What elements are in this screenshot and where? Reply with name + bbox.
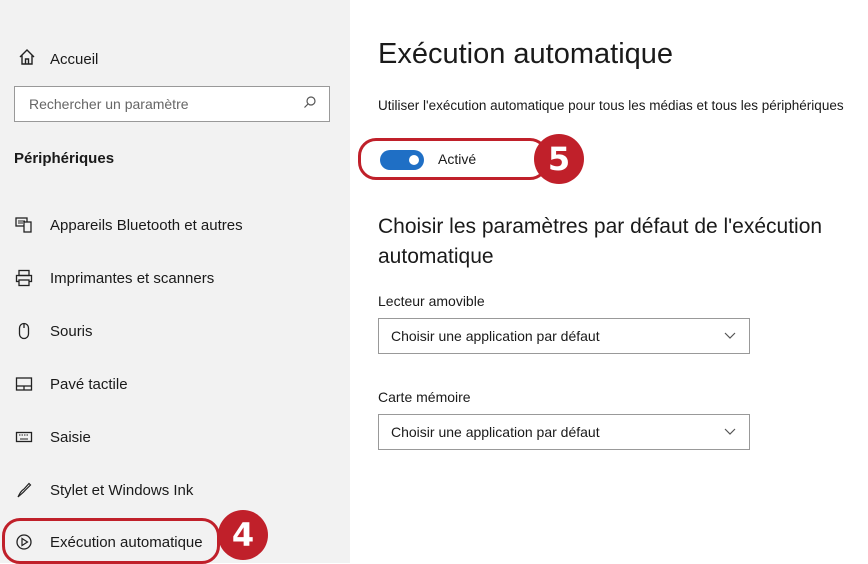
section-subtitle: Choisir les paramètres par défaut de l'e… <box>378 215 823 268</box>
step-badge-4: 4 <box>218 510 268 560</box>
keyboard-icon <box>14 427 34 447</box>
sidebar-item-label: Saisie <box>50 428 91 446</box>
touchpad-icon <box>14 374 34 394</box>
chevron-down-icon <box>723 328 737 345</box>
removable-drive-select[interactable]: Choisir une application par défaut <box>378 318 750 354</box>
select-value: Choisir une application par défaut <box>391 424 600 440</box>
sidebar-item-typing[interactable]: Saisie <box>14 423 91 451</box>
removable-drive-label: Lecteur amovible <box>378 293 485 309</box>
sidebar-item-pen[interactable]: Stylet et Windows Ink <box>14 476 193 504</box>
mouse-icon <box>14 321 34 341</box>
memory-card-label: Carte mémoire <box>378 389 471 405</box>
sidebar-item-label: Pavé tactile <box>50 375 128 393</box>
search-icon[interactable] <box>303 95 317 114</box>
search-box[interactable] <box>14 86 330 122</box>
sidebar-item-bluetooth[interactable]: Appareils Bluetooth et autres <box>14 211 243 239</box>
page-title: Exécution automatique <box>378 38 674 70</box>
memory-card-select[interactable]: Choisir une application par défaut <box>378 414 750 450</box>
sidebar-item-label: Appareils Bluetooth et autres <box>50 216 243 234</box>
autoplay-toggle[interactable] <box>380 150 424 170</box>
sidebar-item-label: Souris <box>50 322 93 340</box>
home-link[interactable]: Accueil <box>18 48 98 70</box>
printer-icon <box>14 268 34 288</box>
chevron-down-icon <box>723 424 737 441</box>
home-label: Accueil <box>50 50 99 68</box>
sidebar-item-touchpad[interactable]: Pavé tactile <box>14 370 128 398</box>
sidebar-item-mouse[interactable]: Souris <box>14 317 93 345</box>
toggle-knob <box>409 155 419 165</box>
sidebar: Accueil Périphériques Appareils Bluetoot… <box>0 0 350 564</box>
bluetooth-devices-icon <box>14 215 34 235</box>
sidebar-item-label: Stylet et Windows Ink <box>50 481 194 499</box>
main-content: Exécution automatique Utiliser l'exécuti… <box>350 0 868 563</box>
pen-icon <box>14 480 34 500</box>
section-title: Périphériques <box>14 150 115 167</box>
autoplay-description: Utiliser l'exécution automatique pour to… <box>378 98 844 113</box>
toggle-label: Activé <box>438 151 477 167</box>
highlight-box-autoplay <box>2 518 220 564</box>
sidebar-item-label: Imprimantes et scanners <box>50 269 215 287</box>
sidebar-item-printers[interactable]: Imprimantes et scanners <box>14 264 214 292</box>
step-badge-5: 5 <box>534 134 584 184</box>
search-input[interactable] <box>27 95 303 113</box>
select-value: Choisir une application par défaut <box>391 328 600 344</box>
home-icon <box>18 48 36 70</box>
